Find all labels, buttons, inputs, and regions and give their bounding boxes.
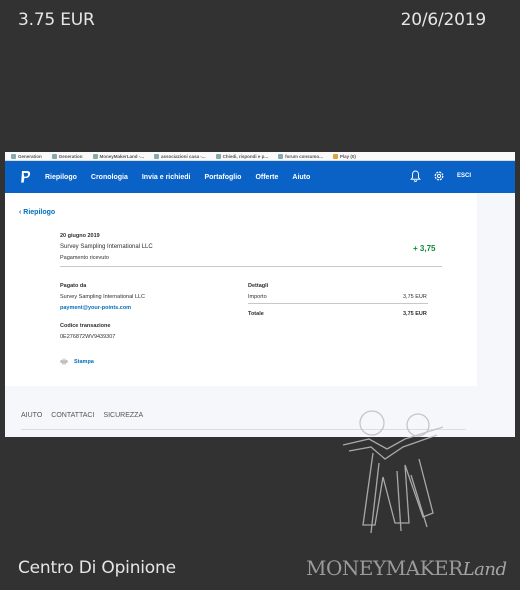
paid-by-label: Pagato da — [60, 283, 87, 289]
total-value: 3,75 EUR — [403, 311, 427, 317]
bookmark-item[interactable]: MoneyMakerLand -... — [92, 153, 144, 159]
import-label: Importo — [248, 294, 267, 300]
print-label: Stampa — [74, 358, 94, 365]
transaction-card: ‹ Riepilogo 20 giugno 2019 Survey Sampli… — [5, 193, 477, 386]
footer-link-sicurezza[interactable]: SICUREZZA — [103, 412, 143, 419]
footer-link-aiuto[interactable]: AIUTO — [21, 412, 42, 419]
bell-icon[interactable] — [410, 170, 421, 182]
printer-icon — [60, 358, 68, 365]
bookmark-item[interactable]: Generation — [11, 153, 42, 159]
paid-by-email-link[interactable]: payment@your-points.com — [60, 305, 131, 311]
divider — [60, 266, 442, 267]
paypal-logo-icon[interactable] — [19, 170, 31, 184]
bookmark-item[interactable]: associazioni casa -... — [154, 153, 206, 159]
transaction-amount: + 3,75 — [413, 244, 436, 253]
nav-offerte[interactable]: Offerte — [255, 174, 278, 181]
store-name-caption: Centro Di Opinione — [18, 558, 176, 578]
payment-amount-caption: 3.75 EUR — [18, 10, 95, 30]
moneymakerland-logo: MONEYMAKERLand — [306, 556, 507, 580]
bookmark-item[interactable]: Generation — [51, 153, 83, 159]
transaction-code: 0E276872WV9439307 — [60, 334, 116, 340]
nav-riepilogo[interactable]: Riepilogo — [45, 174, 77, 181]
bookmarks-bar: Generation Generation MoneyMakerLand -..… — [5, 152, 515, 161]
nav-invia-richiedi[interactable]: Invia e richiedi — [142, 174, 191, 181]
payment-date-caption: 20/6/2019 — [400, 10, 487, 30]
total-label: Totale — [248, 311, 264, 317]
nav-portafoglio[interactable]: Portafoglio — [204, 174, 241, 181]
nav-cronologia[interactable]: Cronologia — [91, 174, 128, 181]
logout-button[interactable]: ESCI — [457, 173, 471, 179]
moneymakerland-watermark — [342, 410, 444, 534]
back-label: Riepilogo — [23, 209, 56, 216]
logo-main-text: MONEYMAKER — [306, 556, 463, 580]
transaction-status: Pagamento ricevuto — [60, 255, 109, 261]
back-to-summary-link[interactable]: ‹ Riepilogo — [19, 209, 55, 216]
gear-icon[interactable] — [433, 170, 445, 182]
transaction-code-label: Codice transazione — [60, 323, 111, 329]
transaction-date: 20 giugno 2019 — [60, 233, 100, 239]
paypal-screenshot: Generation Generation MoneyMakerLand -..… — [5, 152, 515, 437]
footer-link-contattaci[interactable]: CONTATTACI — [51, 412, 94, 419]
merchant-name: Survey Sampling International LLC — [60, 244, 153, 250]
import-value: 3,75 EUR — [403, 294, 427, 300]
footer-links: AIUTO CONTATTACI SICUREZZA — [21, 412, 143, 419]
bookmark-item[interactable]: Play (0) — [332, 153, 356, 159]
divider — [248, 303, 428, 304]
bookmark-item[interactable]: forum consumo... — [278, 153, 323, 159]
print-button[interactable]: Stampa — [60, 358, 94, 365]
paid-by-name: Survey Sampling International LLC — [60, 294, 145, 300]
logo-script-text: Land — [462, 559, 507, 580]
nav-aiuto[interactable]: Aiuto — [292, 174, 310, 181]
bookmark-item[interactable]: Chiedi, rispondi e p... — [215, 153, 268, 159]
details-label: Dettagli — [248, 283, 269, 289]
paypal-navbar: Riepilogo Cronologia Invia e richiedi Po… — [5, 161, 515, 193]
